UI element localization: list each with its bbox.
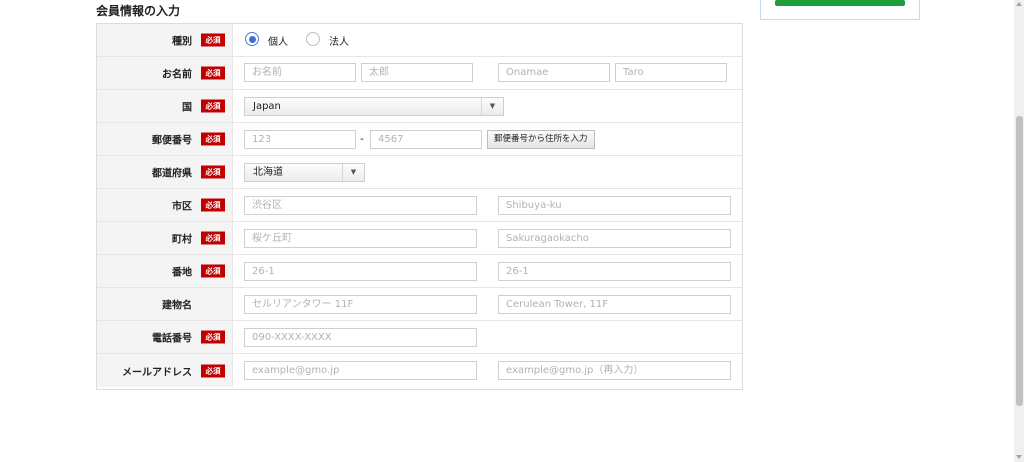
required-badge: 必須 <box>201 132 225 146</box>
required-badge: 必須 <box>201 364 225 377</box>
label-cell: 電話番号 必須 <box>97 321 233 353</box>
member-info-form: 種別 必須 個人 法人 お名前 必須 国 必須 Japan ▼ 郵便番号 必 <box>96 23 743 390</box>
radio-corporation-label[interactable]: 法人 <box>329 33 349 48</box>
vertical-scrollbar[interactable] <box>1014 0 1024 462</box>
required-badge: 必須 <box>201 198 225 212</box>
row-prefecture: 都道府県 必須 北海道 ▼ <box>97 156 742 189</box>
scroll-up-icon[interactable] <box>1016 2 1022 6</box>
row-town: 町村 必須 <box>97 222 742 255</box>
label-cell: 建物名 <box>97 288 233 320</box>
postal-code-second-input[interactable] <box>370 130 482 149</box>
field-label-type: 種別 <box>172 36 192 48</box>
label-cell: 市区 必須 <box>97 189 233 221</box>
scroll-down-icon[interactable] <box>1016 455 1022 459</box>
field-label-block: 番地 <box>172 267 192 279</box>
row-postal: 郵便番号 必須 - 郵便番号から住所を入力 <box>97 123 742 156</box>
row-name: お名前 必須 <box>97 57 742 90</box>
postal-code-first-input[interactable] <box>244 130 356 149</box>
field-label-country: 国 <box>182 102 192 114</box>
chevron-down-icon: ▼ <box>342 164 364 181</box>
postal-lookup-button[interactable]: 郵便番号から住所を入力 <box>487 130 595 149</box>
radio-individual[interactable] <box>245 32 259 46</box>
country-select-value: Japan <box>253 101 281 112</box>
row-type: 種別 必須 個人 法人 <box>97 24 742 57</box>
last-name-input[interactable] <box>244 63 356 82</box>
label-cell: 種別 必須 <box>97 24 233 56</box>
required-badge: 必須 <box>201 165 225 179</box>
country-select[interactable]: Japan ▼ <box>244 97 504 116</box>
label-cell: 町村 必須 <box>97 222 233 254</box>
town-input[interactable] <box>244 229 477 248</box>
field-label-phone: 電話番号 <box>152 333 192 345</box>
building-input[interactable] <box>244 295 477 314</box>
row-block: 番地 必須 <box>97 255 742 288</box>
block-romaji-input[interactable] <box>498 262 731 281</box>
label-cell: 都道府県 必須 <box>97 156 233 188</box>
prefecture-select[interactable]: 北海道 ▼ <box>244 163 365 182</box>
side-summary-card <box>760 0 920 20</box>
block-input[interactable] <box>244 262 477 281</box>
row-email: メールアドレス 必須 <box>97 354 742 387</box>
city-input[interactable] <box>244 196 477 215</box>
required-badge: 必須 <box>201 231 225 245</box>
required-badge: 必須 <box>201 99 225 113</box>
label-cell: 番地 必須 <box>97 255 233 287</box>
required-badge: 必須 <box>201 264 225 278</box>
field-label-postal: 郵便番号 <box>152 135 192 147</box>
label-cell: メールアドレス 必須 <box>97 354 233 387</box>
required-badge: 必須 <box>201 33 225 47</box>
field-label-town: 町村 <box>172 234 192 246</box>
required-badge: 必須 <box>201 66 225 80</box>
email-input[interactable] <box>244 361 477 380</box>
prefecture-select-value: 北海道 <box>253 167 283 178</box>
field-label-building: 建物名 <box>162 300 192 312</box>
row-city: 市区 必須 <box>97 189 742 222</box>
row-phone: 電話番号 必須 <box>97 321 742 354</box>
radio-individual-label[interactable]: 個人 <box>268 33 288 48</box>
first-name-input[interactable] <box>361 63 473 82</box>
field-label-prefecture: 都道府県 <box>152 168 192 180</box>
label-cell: 国 必須 <box>97 90 233 122</box>
first-name-romaji-input[interactable] <box>615 63 727 82</box>
field-label-email: メールアドレス <box>122 367 192 378</box>
field-label-city: 市区 <box>172 201 192 213</box>
chevron-down-icon: ▼ <box>481 98 503 115</box>
radio-corporation[interactable] <box>306 32 320 46</box>
label-cell: お名前 必須 <box>97 57 233 89</box>
proceed-button[interactable] <box>775 0 905 6</box>
section-title: 会員情報の入力 <box>96 4 181 18</box>
scroll-thumb[interactable] <box>1016 116 1023 406</box>
town-romaji-input[interactable] <box>498 229 731 248</box>
postal-separator: - <box>360 132 364 145</box>
building-romaji-input[interactable] <box>498 295 731 314</box>
city-romaji-input[interactable] <box>498 196 731 215</box>
last-name-romaji-input[interactable] <box>498 63 610 82</box>
phone-input[interactable] <box>244 328 477 347</box>
row-building: 建物名 <box>97 288 742 321</box>
required-badge: 必須 <box>201 330 225 344</box>
email-confirm-input[interactable] <box>498 361 731 380</box>
label-cell: 郵便番号 必須 <box>97 123 233 155</box>
row-country: 国 必須 Japan ▼ <box>97 90 742 123</box>
field-label-name: お名前 <box>162 69 192 81</box>
